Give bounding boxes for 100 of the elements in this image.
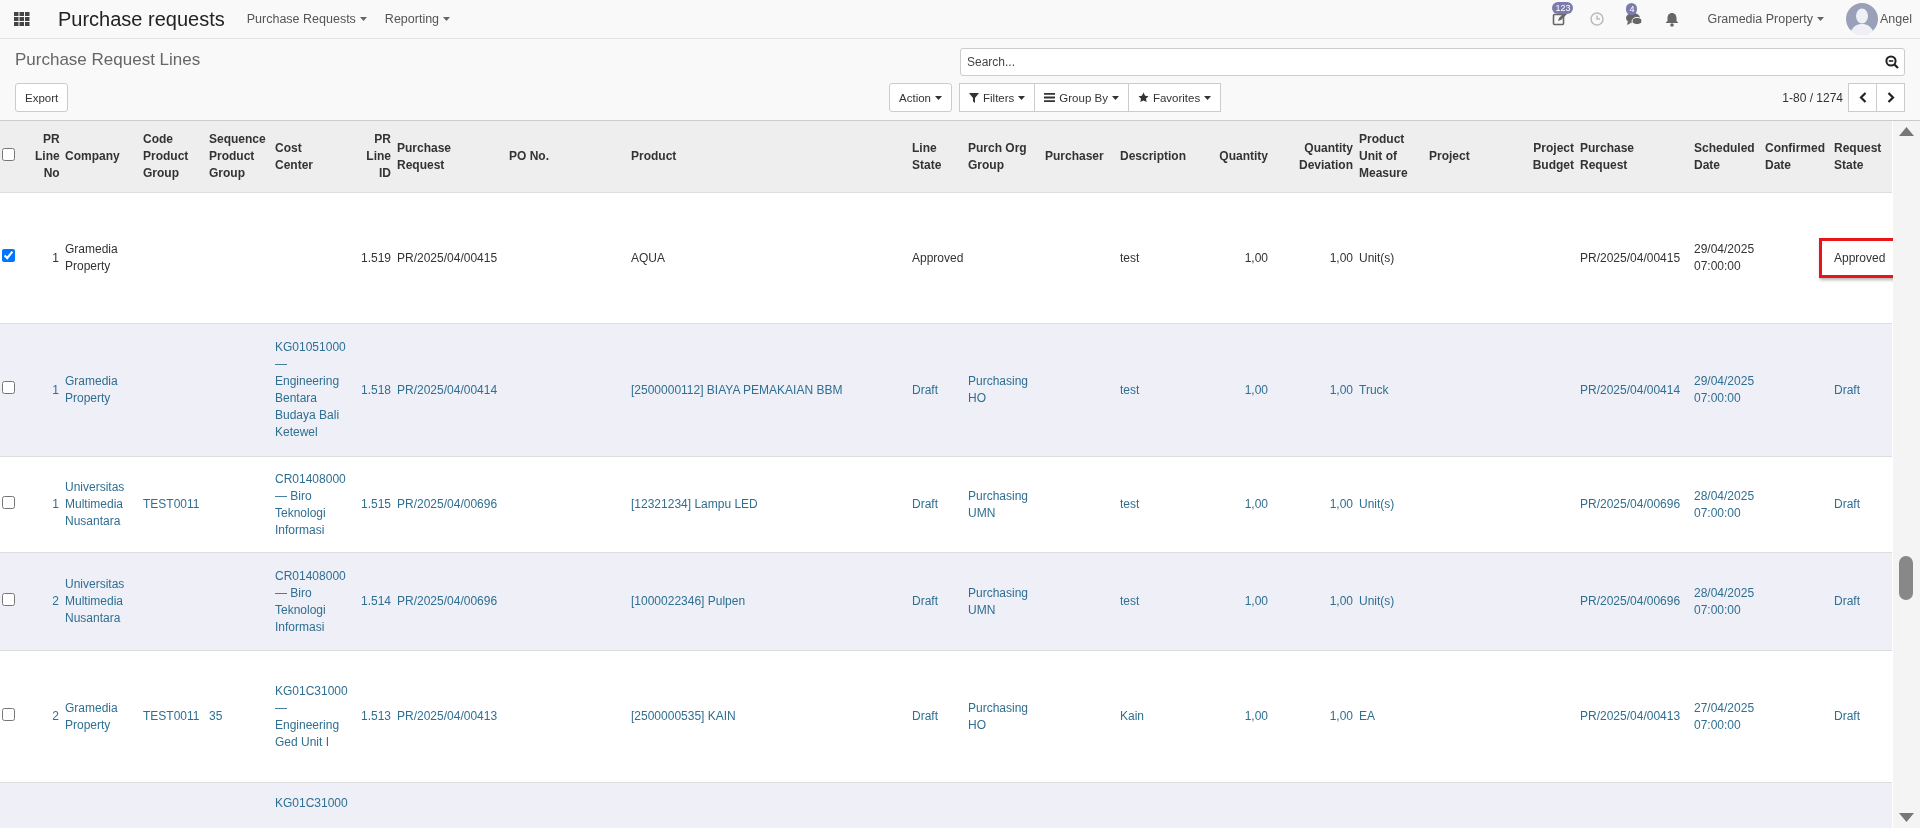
column-header[interactable]: Company (65, 148, 120, 165)
table-cell: 29/04/2025 07:00:00 (1691, 323, 1762, 457)
table-cell: 1,00 (1204, 192, 1271, 324)
table-cell: Purchasing UMN (965, 456, 1042, 553)
caret-icon (359, 17, 367, 21)
search-option-dropdown[interactable]: Group By (1034, 83, 1129, 112)
column-header[interactable]: PO No. (509, 148, 549, 165)
scroll-down-icon[interactable] (1899, 813, 1914, 822)
table-cell: test (1117, 552, 1204, 651)
table-cell: [12321234] Lampu LED (628, 456, 909, 553)
search-option-dropdown[interactable]: Filters (959, 83, 1036, 112)
table-cell: PR/2025/04/00696 (394, 456, 506, 553)
menu-dropdown[interactable]: Reporting (380, 12, 455, 26)
caret-icon (443, 17, 451, 21)
table-cell: PR/2025/04/00696 (394, 552, 506, 651)
column-header[interactable]: Purchaser (1045, 148, 1104, 165)
table-cell: Draft (1831, 552, 1892, 651)
chevron-left-icon (1858, 92, 1867, 103)
table-cell: 1,00 (1204, 323, 1271, 457)
action-dropdown[interactable]: Action (889, 83, 952, 112)
select-all-checkbox[interactable] (2, 147, 15, 161)
table-cell: 1,00 (1204, 456, 1271, 553)
row-checkbox[interactable] (2, 381, 15, 394)
table-cell: 1.519 (354, 192, 394, 324)
table-cell: Purchasing UMN (965, 552, 1042, 651)
table-cell: TEST0011 (140, 456, 206, 553)
table-cell: 28/04/2025 07:00:00 (1691, 552, 1762, 651)
caret-icon (1018, 95, 1026, 100)
table-cell: 1,00 (1204, 552, 1271, 651)
table-cell: 2 (32, 552, 62, 651)
bell-icon[interactable] (1665, 11, 1680, 27)
apps-menu-icon[interactable] (14, 12, 30, 26)
table-cell: test (1117, 323, 1204, 457)
row-checkbox[interactable] (2, 592, 15, 606)
search-option-dropdown[interactable]: Favorites (1127, 83, 1222, 112)
next-page-button[interactable] (1876, 83, 1905, 112)
table-cell: Unit(s) (1356, 552, 1426, 651)
search-icon[interactable] (1885, 55, 1899, 69)
scrollbar[interactable] (1893, 121, 1920, 828)
table-cell: 1 (32, 323, 62, 457)
app-title: Purchase requests (58, 7, 225, 31)
scroll-up-icon[interactable] (1899, 127, 1914, 136)
column-header[interactable]: Product (631, 148, 677, 165)
caret-icon (1817, 17, 1824, 21)
caret-icon (935, 95, 942, 100)
table-cell: KG01051000 — Engineering Bentara Budaya Bali Ketewel (272, 323, 354, 457)
user-name[interactable]: Angel (1880, 12, 1912, 26)
chat-icon[interactable] (1626, 11, 1644, 27)
table-cell: 35 (206, 650, 272, 783)
table-cell: Universitas Multimedia Nusantara (62, 456, 140, 553)
table-cell: Draft (909, 456, 965, 553)
table-cell: Draft (1831, 323, 1892, 457)
table-cell: Draft (1831, 456, 1892, 553)
table-cell: Purchasing HO (965, 650, 1042, 783)
table-cell: Draft (909, 552, 965, 651)
table-cell: Purchasing HO (965, 323, 1042, 457)
menu-dropdown[interactable]: Purchase Requests (242, 12, 371, 26)
row-checkbox[interactable] (2, 249, 15, 262)
notification-badge: 123 (1552, 2, 1574, 14)
chevron-right-icon (1886, 92, 1895, 103)
notification-badge: 4 (1626, 2, 1638, 15)
table-cell: AQUA (628, 192, 909, 324)
table-cell: 1,00 (1271, 323, 1356, 457)
row-checkbox[interactable] (2, 707, 15, 721)
table-cell: Truck (1356, 323, 1426, 457)
table-cell: Gramedia Property (62, 323, 140, 457)
row-checkbox[interactable] (2, 495, 15, 509)
table-cell: Draft (909, 323, 965, 457)
table-cell: PR/2025/04/00415 (394, 192, 506, 324)
table-cell: PR/2025/04/00415 (1577, 192, 1691, 324)
table-cell: [2500000535] KAIN (628, 650, 909, 783)
pager-counter[interactable]: 1-80 / 1274 (1782, 90, 1843, 105)
table-cell: 1.514 (354, 552, 394, 651)
table-cell: 1.518 (354, 323, 394, 457)
table-cell: 1,00 (1271, 552, 1356, 651)
search-field[interactable]: Search... (960, 48, 1905, 76)
table-cell: PR/2025/04/00413 (394, 650, 506, 783)
company-switcher[interactable]: Gramedia Property (1703, 12, 1828, 26)
user-avatar-icon[interactable] (1846, 3, 1878, 35)
column-header[interactable]: Description (1120, 148, 1186, 165)
edit-icon[interactable] (1552, 11, 1569, 27)
table-cell: Gramedia Property (62, 650, 140, 783)
table-cell: Approved (1834, 250, 1886, 265)
column-header[interactable]: Quantity (1219, 148, 1268, 165)
table-cell: PR/2025/04/00414 (394, 323, 506, 457)
scrollbar-thumb[interactable] (1899, 556, 1913, 600)
table-cell: EA (1356, 650, 1426, 783)
table-cell: Universitas Multimedia Nusantara (62, 552, 140, 651)
table-cell: PR/2025/04/00696 (1577, 552, 1691, 651)
caret-icon (1111, 95, 1119, 100)
table-cell: Unit(s) (1356, 192, 1426, 324)
previous-page-button[interactable] (1848, 83, 1877, 112)
table-cell: PR/2025/04/00413 (1577, 650, 1691, 783)
table-cell: KG01C31000 — Engineering Ged Unit I (272, 650, 354, 783)
table-cell: 29/04/2025 07:00:00 (1691, 192, 1762, 324)
export-button[interactable]: Export (15, 83, 69, 112)
table-row[interactable]: KG01C31000 (0, 782, 1892, 828)
column-header[interactable]: Project (1429, 148, 1470, 165)
list-icon (1044, 93, 1056, 102)
table-cell: 2 (32, 650, 62, 783)
